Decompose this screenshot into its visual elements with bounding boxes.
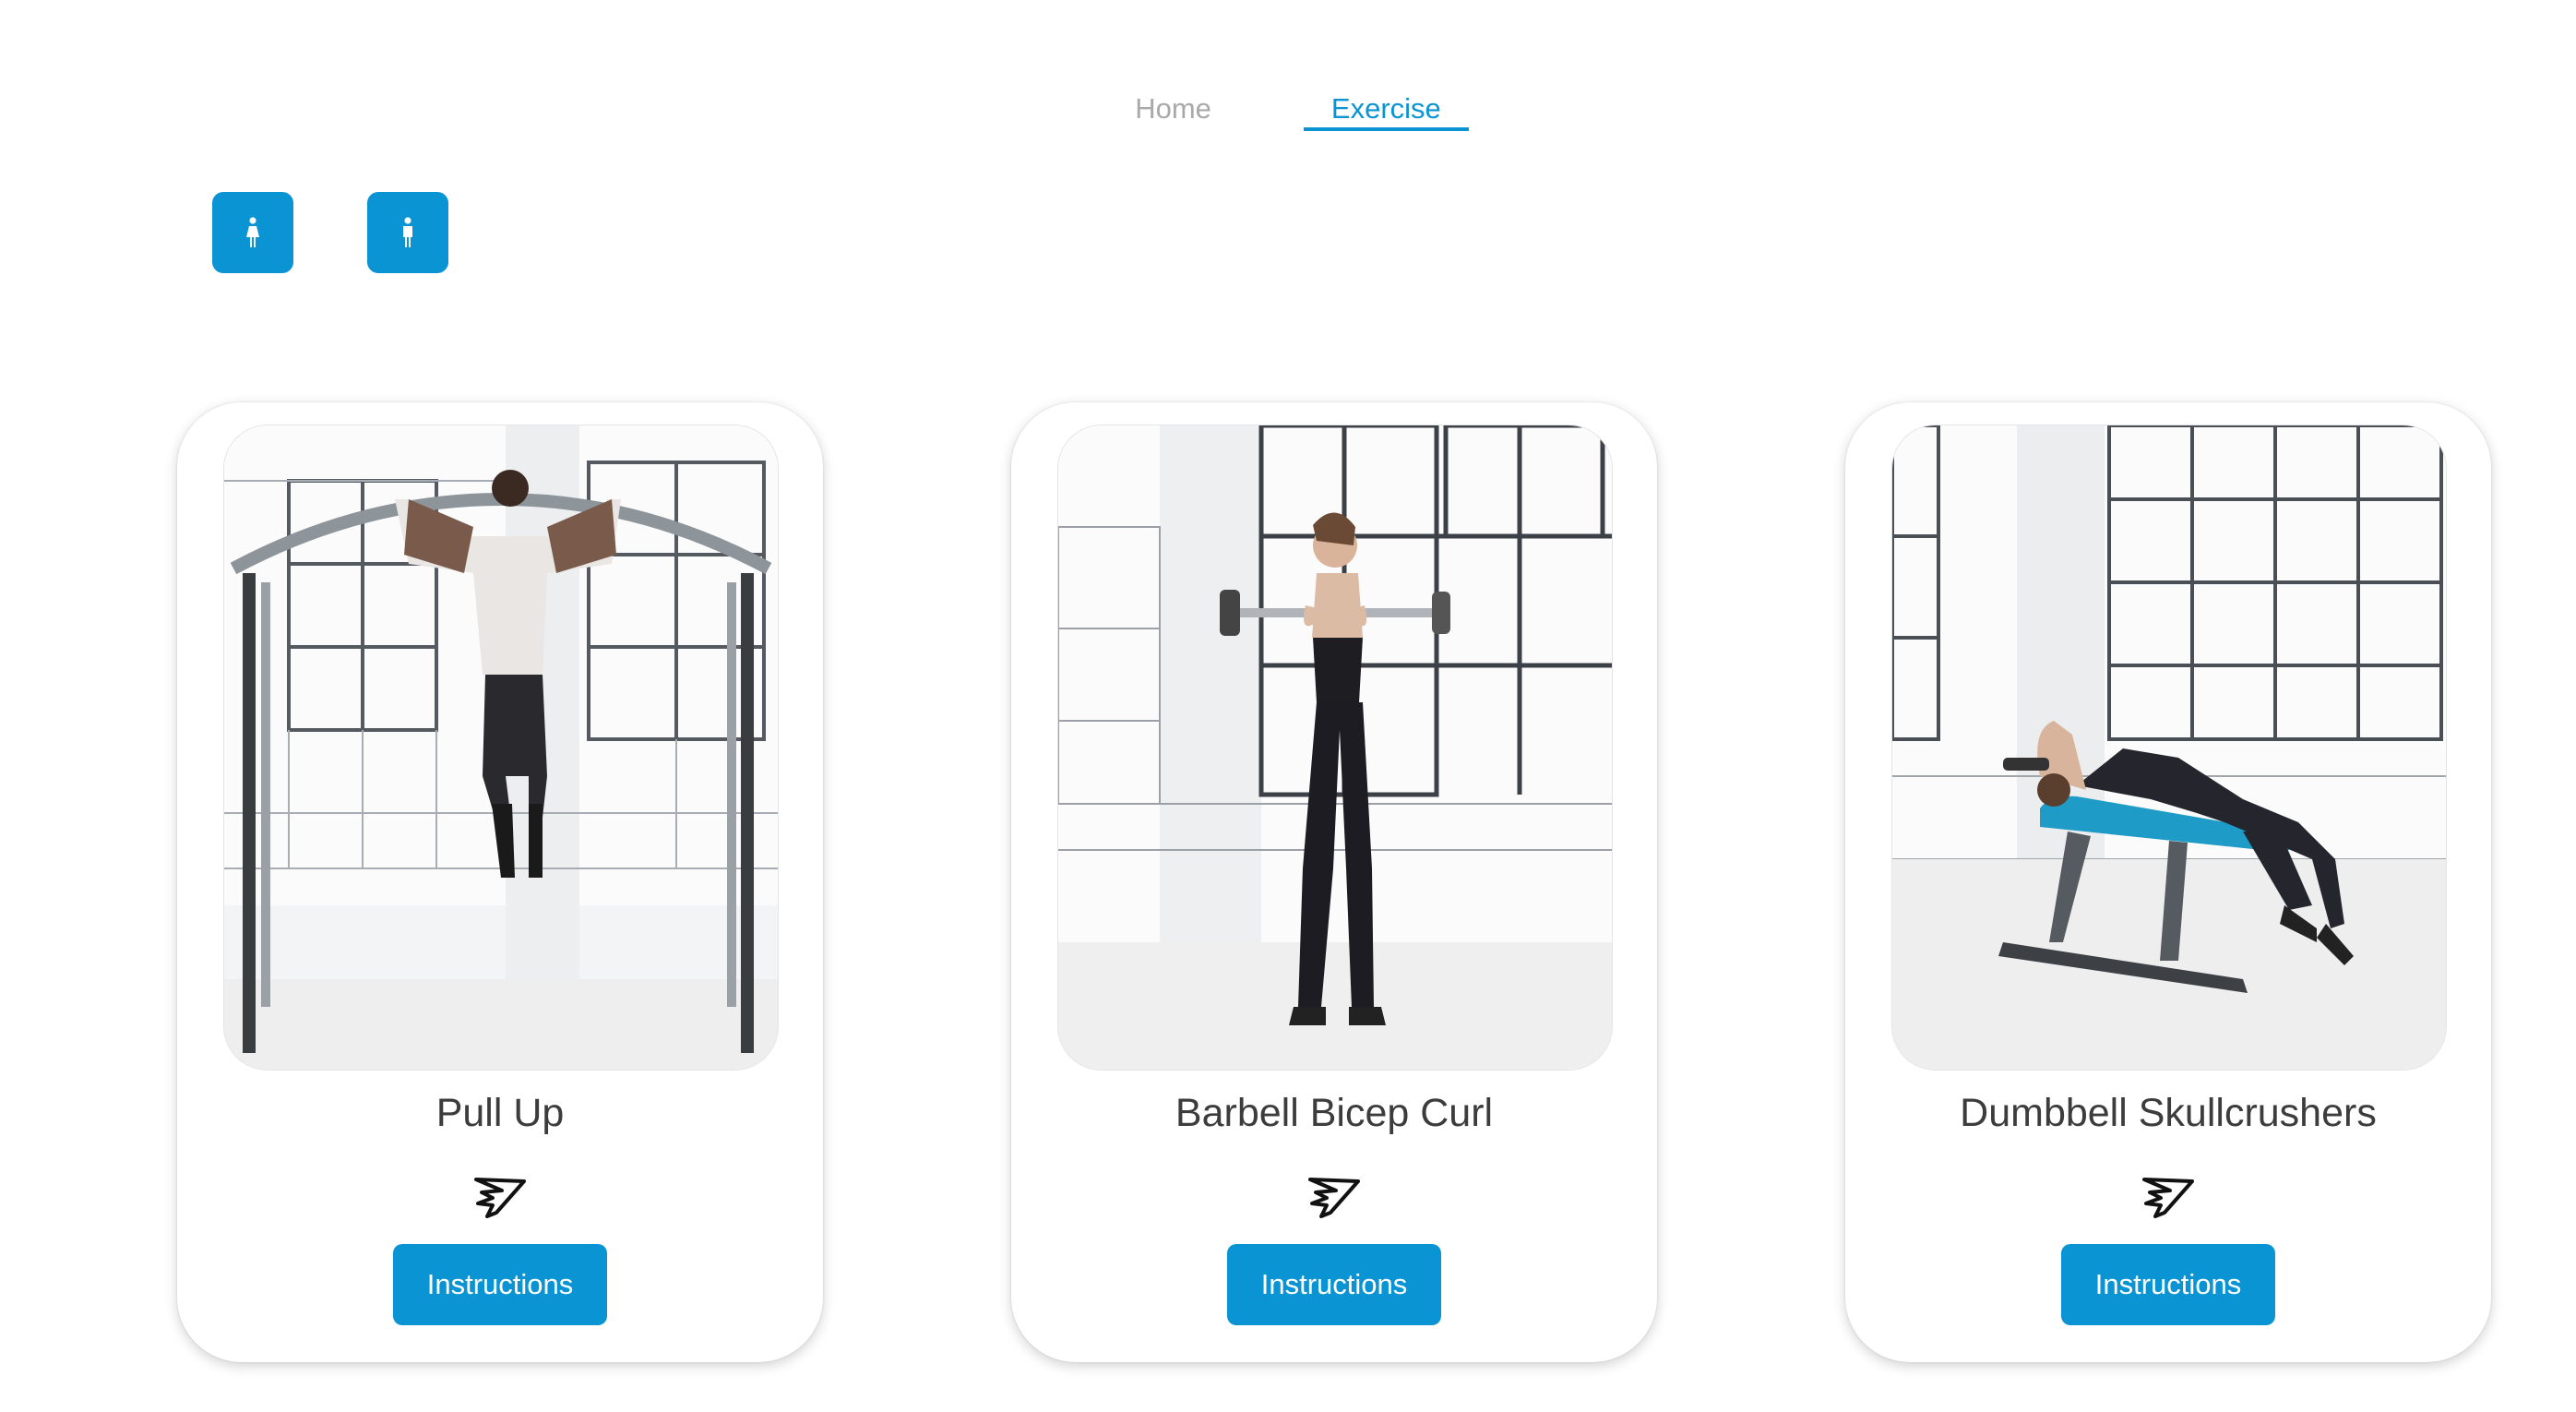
- exercise-card-dumbbell-skullcrushers: Dumbbell Skullcrushers Instructions: [1845, 402, 2491, 1362]
- gymshark-logo-icon: [1308, 1178, 1360, 1218]
- male-figure-icon: [403, 217, 412, 247]
- exercise-title: Pull Up: [435, 1091, 565, 1135]
- nav-home-link[interactable]: Home: [1107, 92, 1239, 131]
- gymshark-logo-icon: [474, 1178, 526, 1218]
- female-figure-icon: [246, 217, 259, 247]
- exercise-card-barbell-bicep-curl: Barbell Bicep Curl Instructions: [1011, 402, 1657, 1362]
- barbell-bicep-curl-photo: [1057, 425, 1613, 1071]
- dumbbell-skullcrushers-photo: [1891, 425, 2447, 1071]
- nav-exercise-link[interactable]: Exercise: [1303, 92, 1469, 131]
- exercise-page: Home Exercise Pull Up Instructions Barbe…: [0, 0, 2576, 1412]
- exercise-card-pull-up: Pull Up Instructions: [177, 402, 823, 1362]
- exercise-title: Barbell Bicep Curl: [1175, 1091, 1494, 1135]
- female-filter-button[interactable]: [212, 192, 293, 273]
- pull-up-photo: [223, 425, 779, 1071]
- instructions-button[interactable]: Instructions: [393, 1244, 607, 1325]
- top-nav: Home Exercise: [0, 92, 2576, 131]
- gymshark-logo-icon: [2142, 1178, 2194, 1218]
- male-filter-button[interactable]: [367, 192, 448, 273]
- exercise-title: Dumbbell Skullcrushers: [1960, 1091, 2377, 1135]
- instructions-button[interactable]: Instructions: [2061, 1244, 2275, 1325]
- instructions-button[interactable]: Instructions: [1227, 1244, 1441, 1325]
